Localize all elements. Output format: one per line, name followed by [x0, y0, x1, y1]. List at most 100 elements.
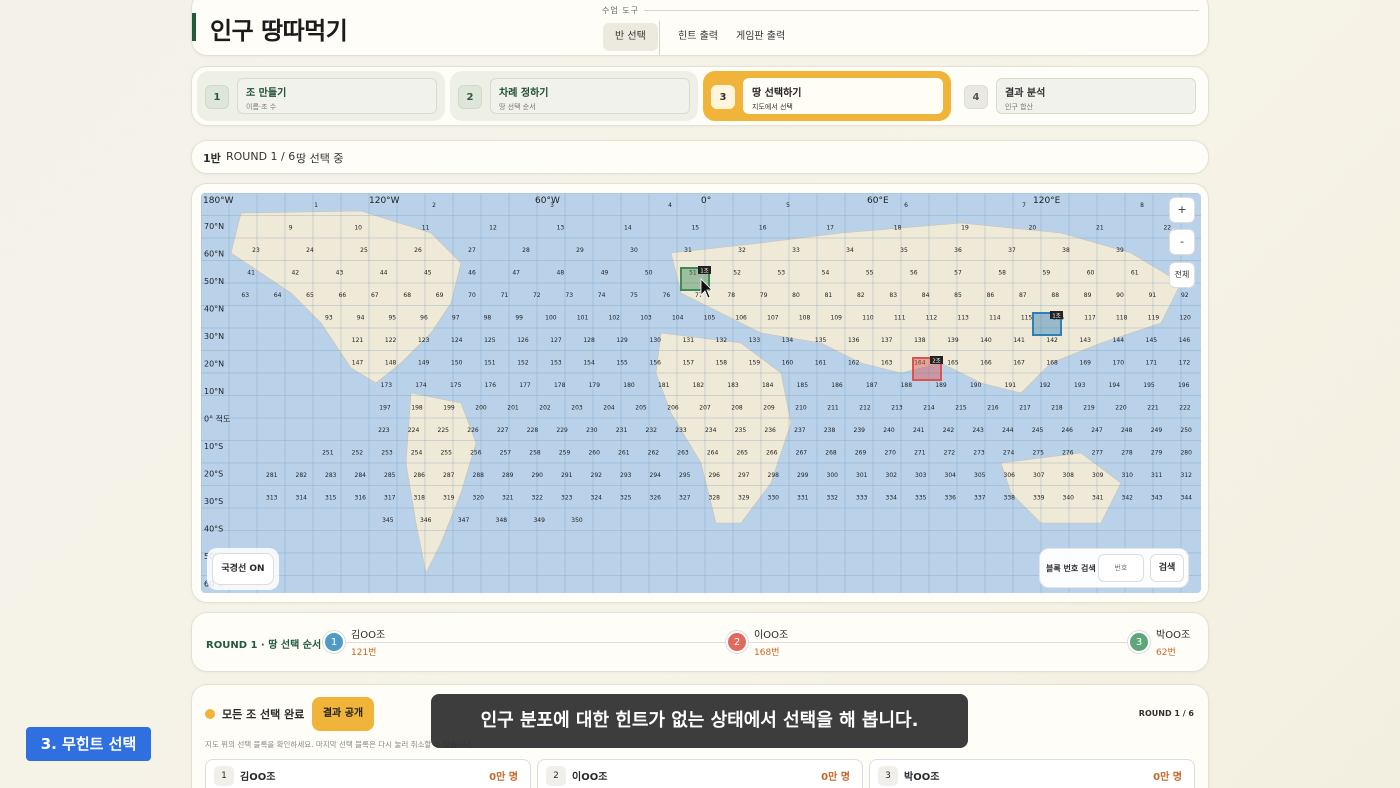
block-number: 142 [1046, 337, 1058, 344]
block-number: 134 [782, 337, 794, 344]
result-rank: 1 [214, 766, 234, 786]
block-number: 130 [650, 337, 662, 344]
block-number: 69 [436, 292, 444, 299]
block-number: 249 [1151, 427, 1163, 434]
block-number: 37 [1008, 247, 1016, 254]
round-status-bar: 1반 ROUND 1 / 6 땅 선택 중 [191, 140, 1209, 174]
block-number: 150 [451, 360, 463, 367]
block-number: 306 [1004, 472, 1016, 479]
order-team-block: 121번 [351, 648, 377, 658]
block-number: 270 [884, 450, 896, 457]
block-number: 121 [352, 337, 364, 344]
block-number: 228 [527, 427, 539, 434]
block-number: 66 [339, 292, 347, 299]
block-number: 224 [408, 427, 420, 434]
block-number: 157 [683, 360, 695, 367]
step-box: 조 만들기 이름·조 수 [237, 78, 437, 114]
step-label: 결과 분석 [1005, 88, 1046, 99]
block-number: 115 [1021, 315, 1033, 322]
block-number: 16 [759, 225, 767, 232]
block-number: 17 [826, 225, 834, 232]
board-print-button[interactable]: 게임판 출력 [724, 23, 797, 51]
step-progress: 1 조 만들기 이름·조 수 2 차례 정하기 땅 선택 순서 3 땅 선택하기… [191, 66, 1209, 126]
block-number: 300 [827, 472, 839, 479]
block-number: 319 [443, 495, 455, 502]
block-number: 334 [886, 495, 898, 502]
block-number: 120 [1179, 315, 1191, 322]
block-number: 199 [443, 405, 455, 412]
block-number: 183 [727, 382, 739, 389]
landmass [1000, 452, 1122, 524]
block-number: 172 [1179, 360, 1191, 367]
block-number: 54 [822, 270, 830, 277]
zoom-in-button[interactable]: + [1169, 197, 1195, 223]
tools-separator [659, 21, 660, 55]
class-select-button[interactable]: 반 선택 [603, 23, 658, 51]
block-number: 341 [1092, 495, 1104, 502]
block-number: 13 [557, 225, 565, 232]
block-search-button[interactable]: 검색 [1150, 554, 1184, 582]
block-number: 279 [1151, 450, 1163, 457]
longitude-label: 0° [701, 196, 711, 206]
block-number: 156 [650, 360, 662, 367]
block-number: 275 [1032, 450, 1044, 457]
block-number: 56 [910, 270, 918, 277]
block-search-input[interactable] [1098, 554, 1144, 582]
step-label: 차례 정하기 [499, 88, 549, 99]
world-map[interactable]: 1 2 3 4 5 6 7 8 9 10 11 12 13 14 15 16 17 18 19 20 21 22 23 24 2… [201, 193, 1201, 593]
results-round: ROUND 1 / 6 [1138, 709, 1194, 718]
block-number: 162 [848, 360, 860, 367]
block-number: 169 [1080, 360, 1092, 367]
block-number: 323 [561, 495, 573, 502]
longitude-label: 180°W [203, 196, 234, 206]
step-order[interactable]: 2 차례 정하기 땅 선택 순서 [450, 71, 698, 121]
step-make-teams[interactable]: 1 조 만들기 이름·조 수 [197, 71, 445, 121]
block-number: 207 [699, 405, 711, 412]
block-number: 233 [675, 427, 687, 434]
block-number: 104 [672, 315, 684, 322]
step-label: 조 만들기 [246, 88, 287, 99]
block-number: 95 [388, 315, 396, 322]
block-number: 241 [913, 427, 925, 434]
block-number: 302 [886, 472, 898, 479]
order-team-block: 62번 [1156, 648, 1176, 658]
block-number: 339 [1033, 495, 1045, 502]
block-number: 186 [831, 382, 843, 389]
result-rank: 3 [878, 766, 898, 786]
app-header: 인구 땅따먹기 수업 도구 반 선택 힌트 출력 게임판 출력 [191, 0, 1209, 56]
map-grid[interactable]: 1 2 3 4 5 6 7 89 10 11 12 13 14 15 16 17 18 19 20 21 2223 24 2… [201, 193, 1201, 593]
block-number: 190 [970, 382, 982, 389]
block-number: 174 [415, 382, 427, 389]
border-toggle-button[interactable]: 국경선 ON [212, 553, 274, 585]
block-number: 333 [856, 495, 868, 502]
block-number: 209 [763, 405, 775, 412]
block-number: 41 [247, 270, 255, 277]
selected-block-team: 1조 [1052, 313, 1061, 320]
block-number: 336 [945, 495, 957, 502]
block-number: 5 [786, 202, 790, 209]
block-number: 232 [646, 427, 658, 434]
latitude-label: 50°N [204, 277, 224, 286]
block-number: 230 [586, 427, 598, 434]
reveal-results-button[interactable]: 결과 공개 [312, 697, 374, 731]
longitude-label: 60°W [535, 196, 560, 206]
block-number: 301 [856, 472, 868, 479]
block-number: 108 [799, 315, 811, 322]
block-number: 264 [707, 450, 719, 457]
block-number: 129 [616, 337, 628, 344]
block-number: 123 [418, 337, 430, 344]
block-number: 304 [945, 472, 957, 479]
block-number: 143 [1080, 337, 1092, 344]
block-number: 86 [987, 292, 995, 299]
block-number: 229 [556, 427, 568, 434]
block-number: 299 [797, 472, 809, 479]
block-number: 208 [731, 405, 743, 412]
video-caption: 인구 분포에 대한 힌트가 없는 상태에서 선택을 해 봅니다. [431, 694, 968, 748]
step-select-land[interactable]: 3 땅 선택하기 지도에서 선택 [703, 71, 951, 121]
full-view-button[interactable]: 전체 [1169, 262, 1195, 288]
step-analysis[interactable]: 4 결과 분석 인구 합산 [956, 71, 1204, 121]
block-number: 14 [624, 225, 632, 232]
zoom-out-button[interactable]: - [1169, 229, 1195, 255]
block-number: 152 [517, 360, 529, 367]
hint-print-button[interactable]: 힌트 출력 [666, 23, 730, 51]
